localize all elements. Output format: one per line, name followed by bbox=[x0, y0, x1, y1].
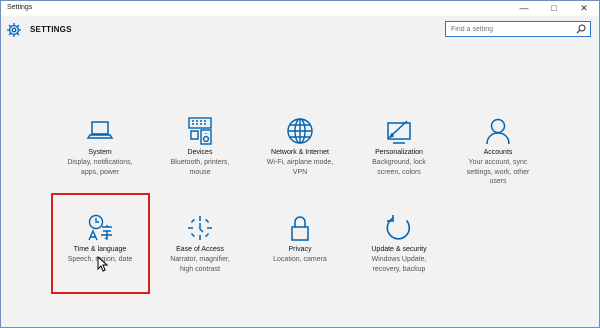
maximize-button[interactable]: □ bbox=[539, 1, 569, 16]
search-box[interactable] bbox=[445, 21, 591, 37]
search-icon[interactable] bbox=[576, 24, 586, 34]
tile-accounts[interactable]: Accounts Your account, sync settings, wor… bbox=[456, 117, 540, 197]
update-icon bbox=[385, 214, 413, 242]
tile-description: Bluetooth, printers, mouse bbox=[170, 159, 230, 176]
tile-name: Update & security bbox=[371, 246, 427, 253]
settings-window: Settings — □ ✕ SETTINGS System Display, bbox=[0, 0, 600, 328]
tile-personalization[interactable]: Personalization Background, lock screen, … bbox=[357, 117, 441, 197]
tile-name: Accounts bbox=[483, 149, 513, 156]
ease-of-access-icon bbox=[186, 214, 214, 242]
tile-update-security[interactable]: Update & security Windows Update, recover… bbox=[357, 214, 441, 294]
gear-icon bbox=[7, 23, 21, 37]
tile-description: Wi-Fi, airplane mode, VPN bbox=[266, 159, 334, 176]
tile-name: Personalization bbox=[375, 149, 423, 156]
close-button[interactable]: ✕ bbox=[569, 1, 599, 16]
devices-icon bbox=[186, 117, 214, 145]
title-bar[interactable]: Settings — □ ✕ bbox=[1, 1, 599, 16]
tile-description: Background, lock screen, colors bbox=[372, 159, 426, 176]
personalization-icon bbox=[385, 117, 413, 145]
tile-name: System bbox=[88, 149, 112, 156]
tile-system[interactable]: System Display, notifications, apps, powe… bbox=[58, 117, 142, 197]
window-title: Settings bbox=[7, 4, 33, 11]
tile-description: Narrator, magnifier, high contrast bbox=[170, 256, 230, 273]
tile-name: Ease of Access bbox=[176, 246, 224, 253]
tile-privacy[interactable]: Privacy Location, camera bbox=[258, 214, 342, 294]
selection-highlight-box bbox=[51, 193, 150, 294]
tile-description: Your account, sync settings, work, other u… bbox=[466, 159, 530, 186]
tile-devices[interactable]: Devices Bluetooth, printers, mouse bbox=[158, 117, 242, 197]
mouse-cursor-icon bbox=[97, 256, 109, 272]
tile-name: Devices bbox=[187, 149, 213, 156]
person-icon bbox=[484, 117, 512, 145]
tile-ease-of-access[interactable]: Ease of Access Narrator, magnifier, high … bbox=[158, 214, 242, 294]
lock-icon bbox=[286, 214, 314, 242]
tile-description: Display, notifications, apps, power bbox=[67, 159, 133, 176]
tile-network-internet[interactable]: Network & Internet Wi-Fi, airplane mode,… bbox=[258, 117, 342, 197]
page-title: SETTINGS bbox=[30, 25, 72, 34]
search-input[interactable] bbox=[451, 22, 571, 36]
laptop-icon bbox=[86, 117, 114, 145]
minimize-button[interactable]: — bbox=[509, 1, 539, 16]
globe-icon bbox=[286, 117, 314, 145]
tile-description: Location, camera bbox=[273, 256, 327, 263]
tile-name: Privacy bbox=[288, 246, 312, 253]
tile-name: Network & Internet bbox=[271, 149, 329, 156]
tile-description: Windows Update, recovery, backup bbox=[371, 256, 427, 273]
